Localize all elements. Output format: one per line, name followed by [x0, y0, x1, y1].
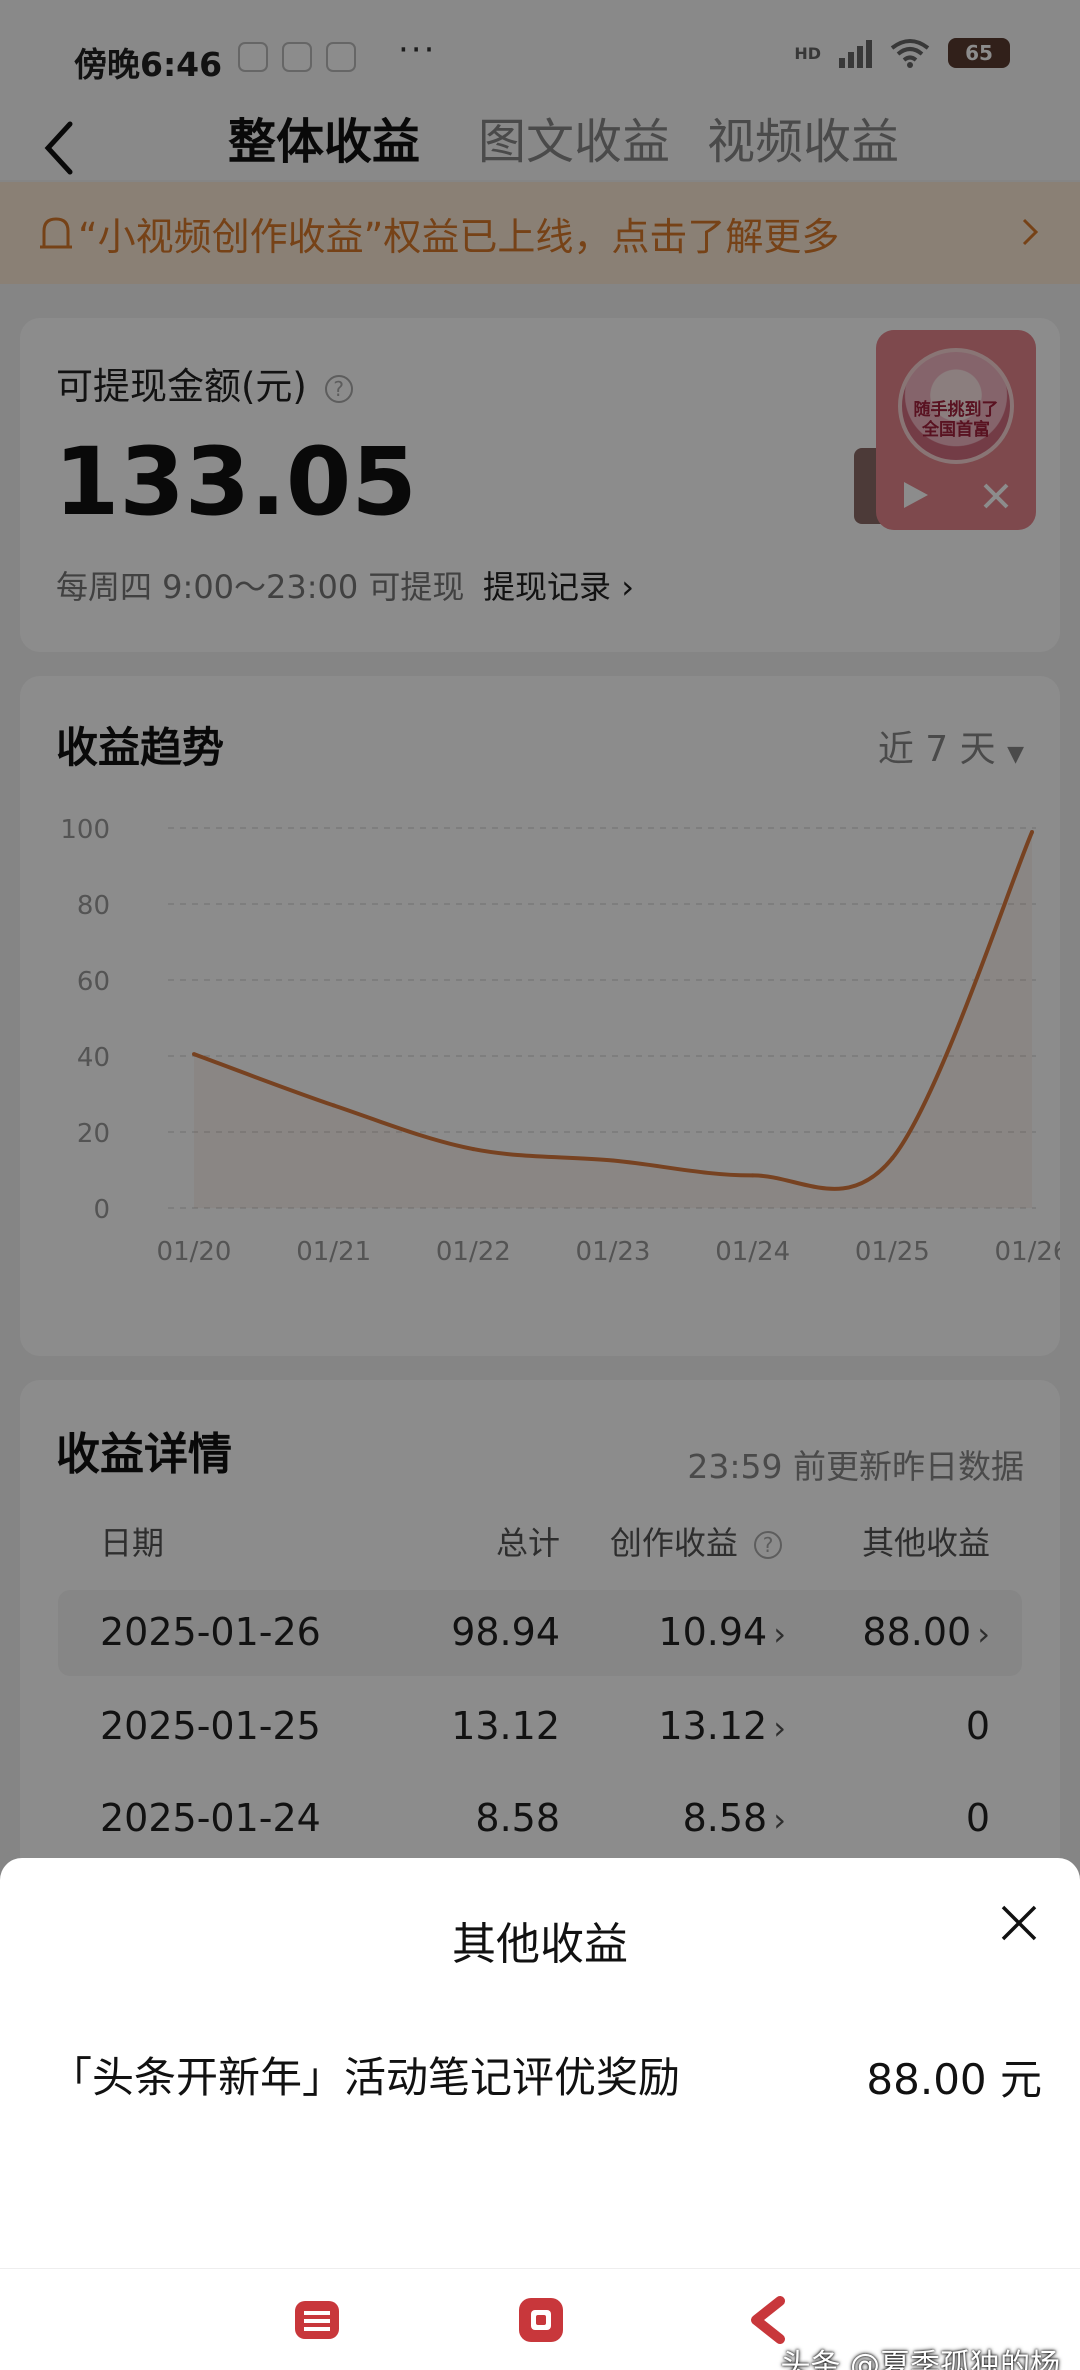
- sheet-item-amount: 88.00 元: [866, 2055, 1042, 2104]
- home-icon[interactable]: [516, 2295, 566, 2345]
- watermark: 头条 @夏季孤独的杨: [780, 2348, 1060, 2370]
- sheet-title: 其他收益: [452, 1919, 628, 1970]
- close-icon[interactable]: [998, 1902, 1040, 1944]
- other-earnings-sheet: 其他收益 「头条开新年」活动笔记评优奖励 88.00 元: [0, 1858, 1080, 2268]
- menu-icon[interactable]: [292, 2295, 342, 2345]
- back-icon[interactable]: [746, 2295, 790, 2345]
- earnings-page: 傍晚6:46 ··· HD 65 整体收益 图文收益 视频收益 “小视频创作收益…: [0, 0, 1080, 2370]
- sheet-item-label: 「头条开新年」活动笔记评优奖励: [50, 2053, 681, 2102]
